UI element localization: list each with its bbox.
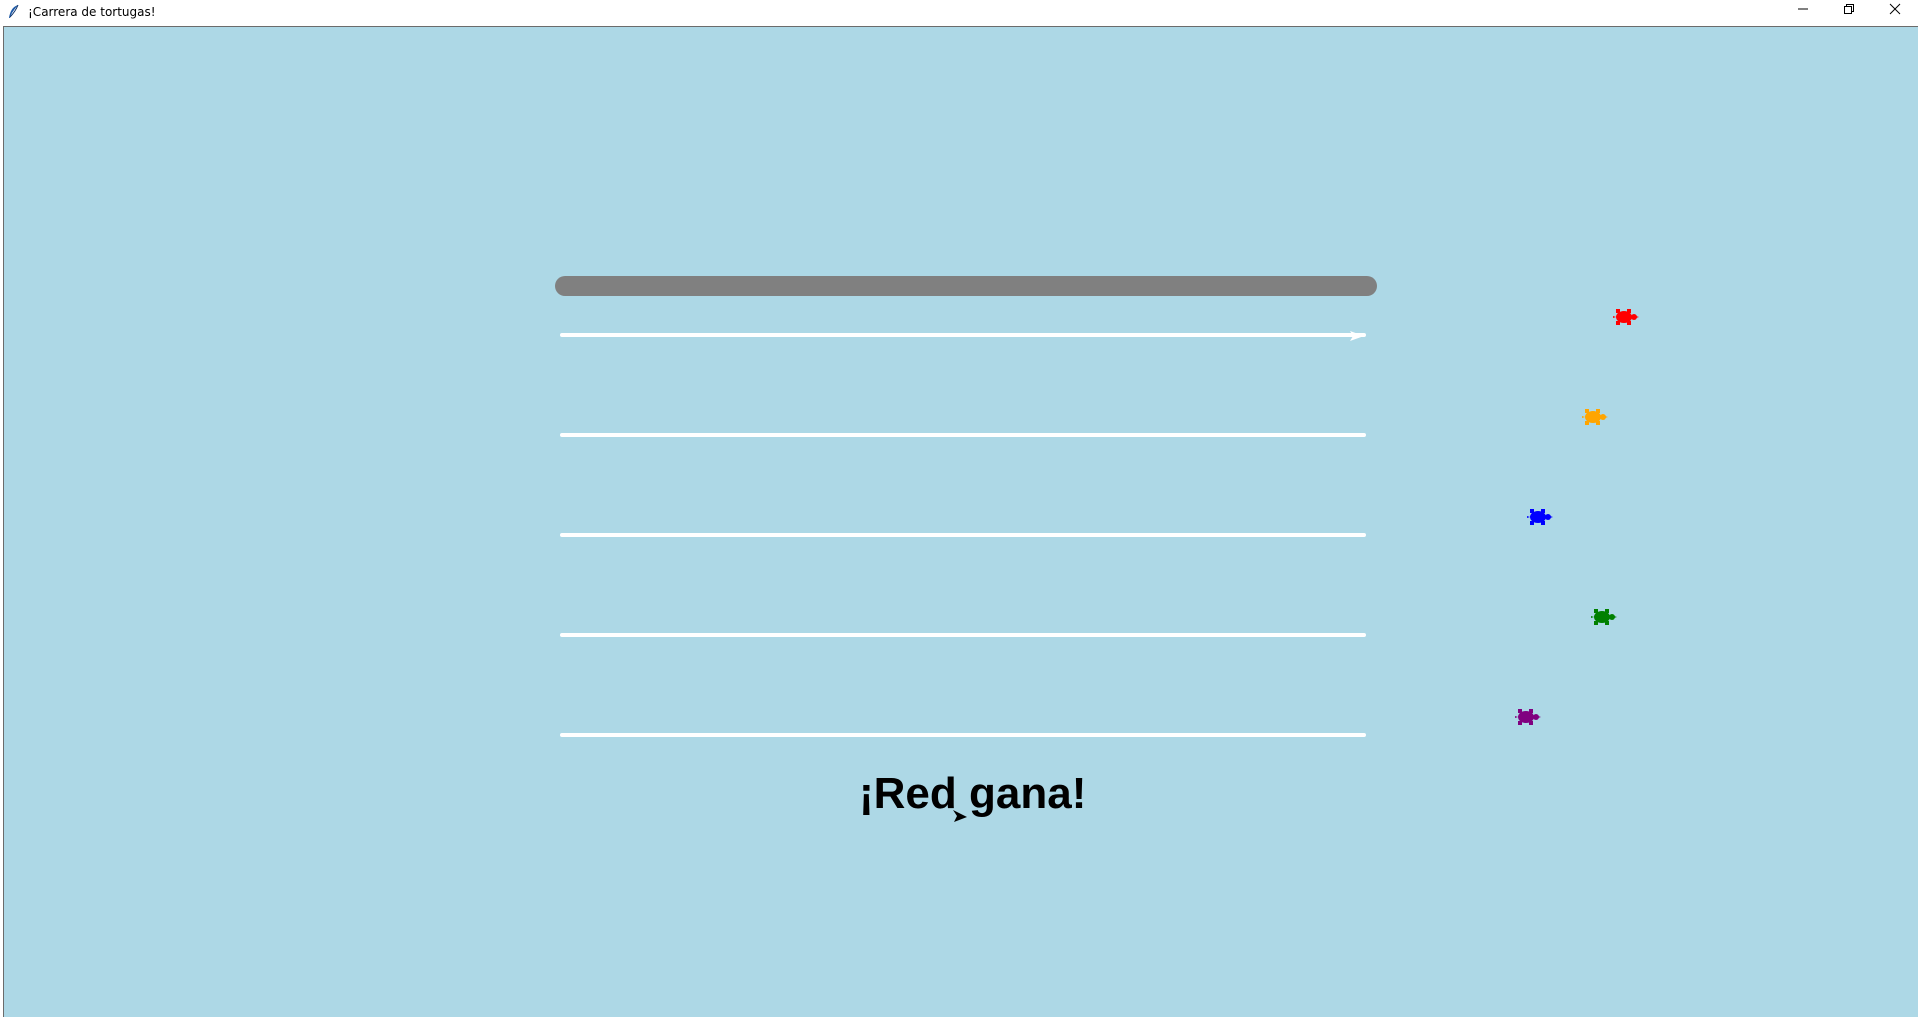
- finish-line: [555, 276, 1377, 296]
- drawing-turtle-arrow-icon: [1350, 328, 1364, 346]
- minimize-button[interactable]: [1780, 0, 1826, 22]
- lane-line-5: [560, 733, 1366, 737]
- close-icon: [1889, 2, 1901, 20]
- title-bar: ¡Carrera de tortugas!: [0, 0, 1920, 26]
- lane-line-1: [560, 333, 1366, 337]
- lane-line-4: [560, 633, 1366, 637]
- restore-button[interactable]: [1826, 0, 1872, 22]
- purple-turtle-icon: [1515, 706, 1541, 728]
- turtle-canvas: ¡Red gana!: [3, 26, 1918, 1017]
- green-turtle-icon: [1591, 606, 1617, 628]
- restore-icon: [1843, 2, 1855, 20]
- writer-turtle-arrow-icon: [953, 809, 967, 827]
- orange-turtle-icon: [1582, 406, 1608, 428]
- winner-message: ¡Red gana!: [859, 769, 1087, 818]
- minimize-icon: [1797, 2, 1809, 20]
- blue-turtle-icon: [1527, 506, 1553, 528]
- red-turtle-icon: [1613, 306, 1639, 328]
- close-button[interactable]: [1872, 0, 1918, 22]
- lane-line-2: [560, 433, 1366, 437]
- lane-line-3: [560, 533, 1366, 537]
- feather-icon: [6, 4, 22, 20]
- window-title: ¡Carrera de tortugas!: [28, 5, 156, 19]
